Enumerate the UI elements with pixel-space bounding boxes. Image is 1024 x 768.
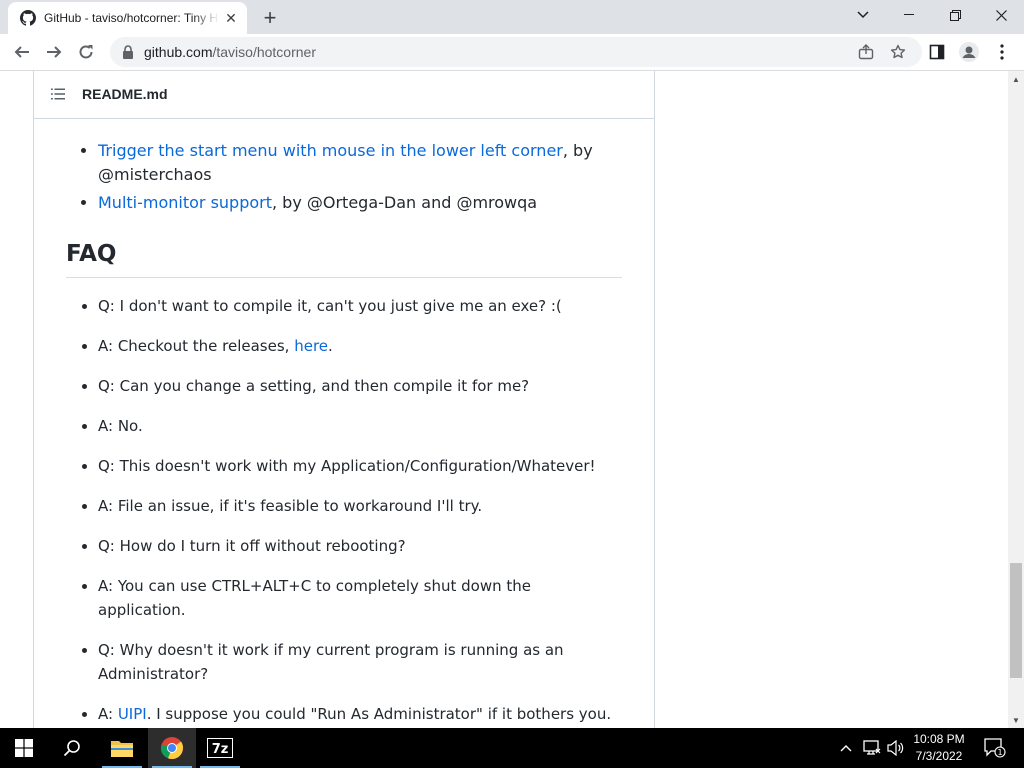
close-icon [995, 9, 1007, 21]
side-panel-button[interactable] [923, 38, 951, 66]
back-button[interactable] [8, 38, 36, 66]
file-explorer-icon [111, 741, 133, 757]
close-window-button[interactable] [978, 0, 1024, 30]
file-explorer-button[interactable] [98, 728, 146, 768]
faq-text: . [328, 337, 333, 355]
windows-logo-icon [15, 739, 33, 757]
contributions-list: Trigger the start menu with mouse in the… [66, 139, 622, 215]
volume-icon [887, 740, 904, 756]
faq-item: A: UIPI. I suppose you could "Run As Adm… [98, 702, 622, 726]
readme-content: Trigger the start menu with mouse in the… [34, 139, 654, 726]
browser-toolbar: github.com/taviso/hotcorner [0, 34, 1024, 71]
faq-list: Q: I don't want to compile it, can't you… [66, 294, 622, 726]
chrome-button[interactable] [148, 728, 196, 768]
lock-icon[interactable] [122, 45, 134, 59]
arrow-right-icon [47, 46, 62, 58]
chevron-up-icon [840, 745, 852, 752]
restore-icon [949, 9, 961, 21]
tab-close-button[interactable]: ✕ [223, 10, 239, 26]
arrow-left-icon [14, 46, 29, 58]
url-path: /taviso/hotcorner [212, 44, 316, 60]
minimize-icon [904, 14, 914, 15]
readme-filename: README.md [82, 86, 168, 102]
readme-box: README.md Trigger the start menu with mo… [33, 71, 655, 728]
side-panel-icon [929, 44, 945, 60]
notification-count: 1 [997, 748, 1002, 757]
faq-item: A: Checkout the releases, here. [98, 334, 622, 358]
uipi-link[interactable]: UIPI [118, 705, 147, 723]
chrome-icon [160, 737, 184, 760]
tab-strip: GitHub - taviso/hotcorner: Tiny Hot Corn… [0, 0, 1024, 34]
web-page: README.md Trigger the start menu with mo… [0, 71, 1008, 728]
clock-time: 10:08 PM [913, 732, 965, 746]
faq-item: A: You can use CTRL+ALT+C to completely … [98, 574, 622, 622]
volume-button[interactable] [884, 728, 906, 768]
contribution-link[interactable]: Multi-monitor support [98, 193, 272, 212]
search-icon [63, 740, 80, 757]
faq-text: . I suppose you could "Run As Administra… [146, 705, 612, 723]
scroll-down-arrow-icon[interactable]: ▼ [1008, 712, 1024, 728]
reload-button[interactable] [72, 38, 100, 66]
avatar-icon [959, 42, 979, 62]
faq-item: Q: Can you change a setting, and then co… [98, 374, 622, 398]
taskbar-clock[interactable]: 10:08 PM 7/3/2022 [905, 728, 973, 768]
contribution-link[interactable]: Trigger the start menu with mouse in the… [98, 141, 563, 160]
notification-icon: 1 [984, 738, 1006, 758]
network-button[interactable] [860, 728, 884, 768]
url-text: github.com/taviso/hotcorner [144, 44, 316, 60]
faq-text: A: [98, 705, 118, 723]
faq-item: Q: I don't want to compile it, can't you… [98, 294, 622, 318]
7zip-icon: 7z [207, 738, 233, 758]
tab-title: GitHub - taviso/hotcorner: Tiny Hot Corn… [44, 11, 219, 25]
faq-item: A: File an issue, if it's feasible to wo… [98, 494, 622, 518]
readme-header: README.md [34, 71, 654, 119]
faq-text: A: Checkout the releases, [98, 337, 295, 355]
github-icon [20, 10, 36, 26]
windows-taskbar: 7z 10:08 PM 7/3/2022 1 [0, 728, 1024, 768]
bookmark-star-icon[interactable] [887, 41, 909, 63]
start-button[interactable] [0, 728, 48, 768]
restore-button[interactable] [932, 0, 978, 30]
vertical-scrollbar[interactable]: ▲ ▼ [1008, 71, 1024, 728]
network-icon [863, 740, 881, 755]
7zip-button[interactable]: 7z [196, 728, 244, 768]
faq-item: Q: Why doesn't it work if my current pro… [98, 638, 622, 686]
clock-date: 7/3/2022 [915, 749, 963, 763]
faq-item: Q: How do I turn it off without rebootin… [98, 534, 622, 558]
menu-button[interactable] [988, 38, 1016, 66]
kebab-menu-icon [1000, 44, 1004, 60]
reload-icon [79, 45, 93, 59]
url-host: github.com [144, 44, 213, 60]
chevron-down-icon [857, 11, 869, 19]
address-bar[interactable]: github.com/taviso/hotcorner [110, 37, 922, 67]
contribution-credit: , by @Ortega-Dan and @mrowqa [272, 193, 538, 212]
list-unordered-icon[interactable] [50, 86, 66, 102]
faq-item: A: No. [98, 414, 622, 438]
share-icon[interactable] [855, 41, 877, 63]
tab-search-button[interactable] [840, 0, 886, 30]
releases-link[interactable]: here [294, 337, 328, 355]
scroll-up-arrow-icon[interactable]: ▲ [1008, 71, 1024, 87]
list-item: Multi-monitor support, by @Ortega-Dan an… [98, 191, 622, 215]
tab-github-hotcorner[interactable]: GitHub - taviso/hotcorner: Tiny Hot Corn… [8, 2, 247, 34]
list-item: Trigger the start menu with mouse in the… [98, 139, 622, 187]
scrollbar-thumb[interactable] [1010, 563, 1022, 678]
search-button[interactable] [48, 728, 96, 768]
faq-item: Q: This doesn't work with my Application… [98, 454, 622, 478]
action-center-button[interactable]: 1 [980, 728, 1010, 768]
new-tab-button[interactable]: + [258, 6, 282, 30]
svg-text:7z: 7z [212, 742, 229, 757]
show-hidden-icons-button[interactable] [836, 728, 856, 768]
profile-button[interactable] [955, 38, 983, 66]
faq-heading: FAQ [66, 239, 622, 278]
forward-button[interactable] [40, 38, 68, 66]
minimize-button[interactable] [886, 0, 932, 30]
